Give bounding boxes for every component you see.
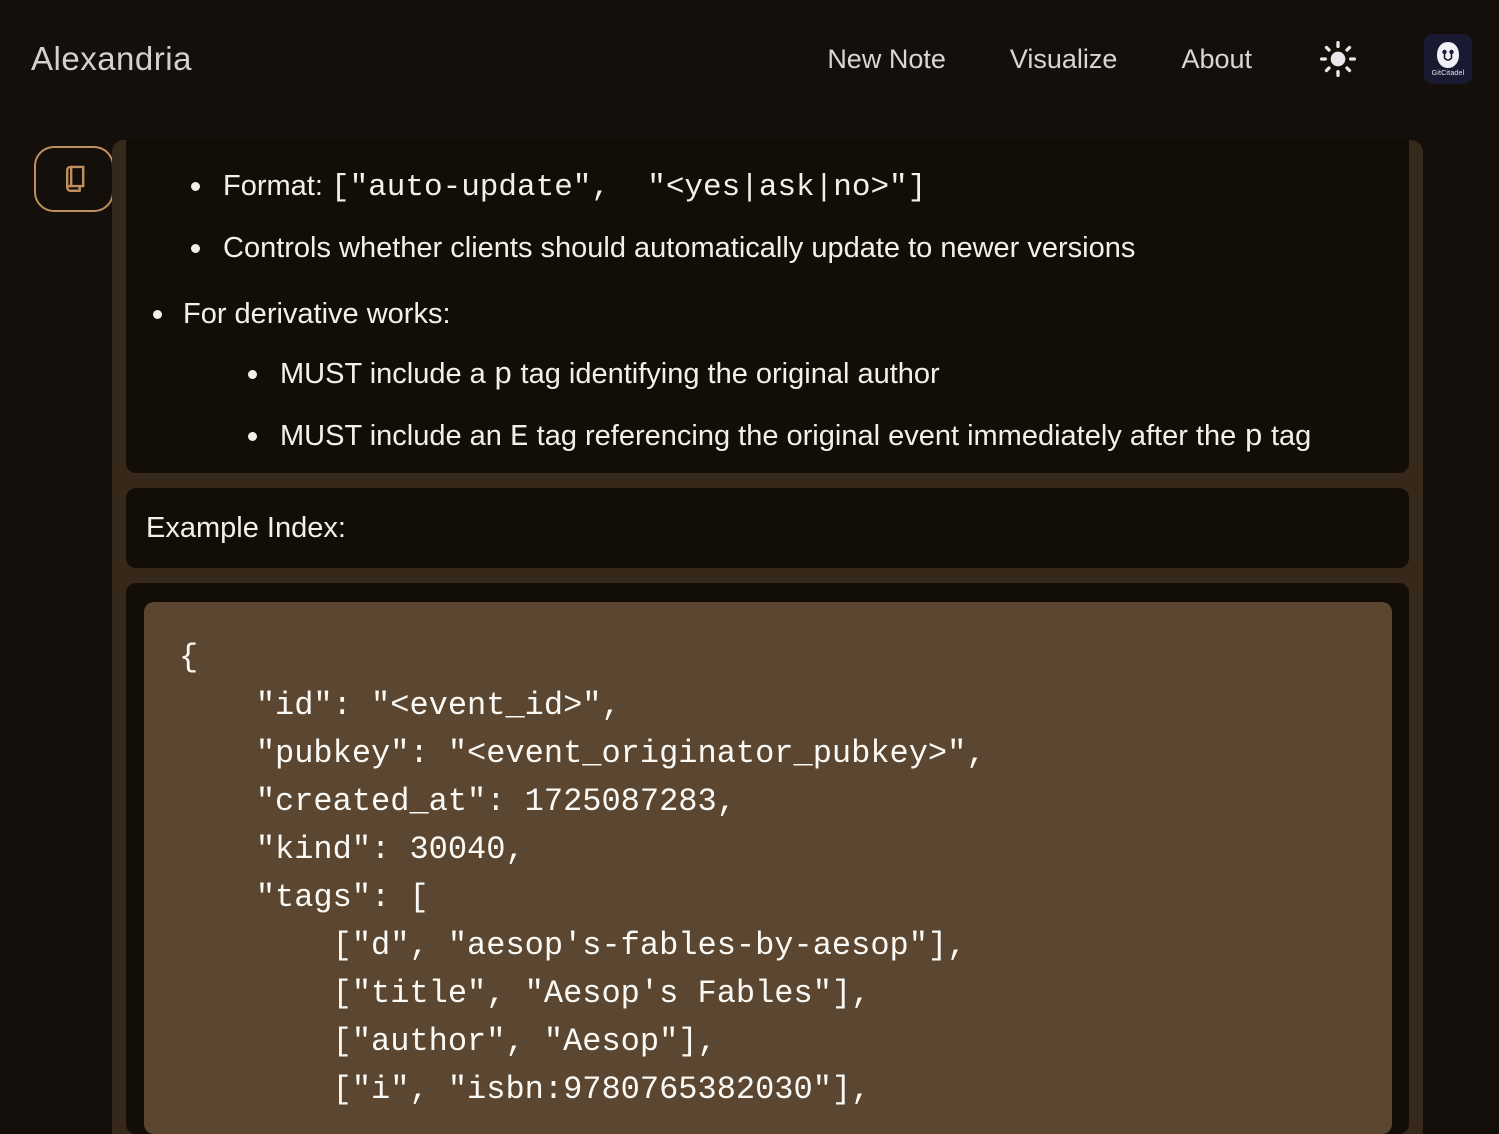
p-tag-code2: p — [1244, 420, 1263, 455]
gitcitadel-logo[interactable]: GitCitadel — [1424, 34, 1472, 84]
toc-toggle-button[interactable] — [34, 146, 114, 212]
json-code-block: { "id": "<event_id>", "pubkey": "<event_… — [144, 602, 1392, 1134]
example-index-card: Example Index: — [126, 488, 1409, 568]
document-frame: Format: ["auto-update", "<yes|ask|no>"] … — [112, 140, 1423, 1134]
list-item-format: Format: ["auto-update", "<yes|ask|no>"] — [126, 165, 1409, 209]
p-tag-code: p — [494, 358, 513, 393]
list-item-controls: Controls whether clients should automati… — [126, 227, 1409, 269]
derivative-sublist: MUST include a p tag identifying the ori… — [183, 353, 1409, 459]
format-label: Format: — [223, 170, 331, 202]
gitcitadel-logo-label: GitCitadel — [1432, 70, 1465, 77]
gitcitadel-owl-icon — [1435, 41, 1461, 69]
theme-toggle-button[interactable] — [1316, 37, 1360, 81]
list-item-derivative: For derivative works: MUST include a p t… — [126, 293, 1409, 459]
nav-links: New Note Visualize About — [827, 34, 1472, 84]
derivative-label: For derivative works: — [183, 298, 451, 330]
spec-rules-card: Format: ["auto-update", "<yes|ask|no>"] … — [126, 140, 1409, 473]
example-index-heading: Example Index: — [146, 512, 346, 545]
nav-visualize[interactable]: Visualize — [1010, 44, 1118, 75]
app-title[interactable]: Alexandria — [31, 40, 192, 78]
rules-list: Format: ["auto-update", "<yes|ask|no>"] … — [126, 140, 1409, 459]
format-code: ["auto-update", "<yes|ask|no>"] — [331, 170, 926, 205]
top-nav: Alexandria New Note Visualize About — [0, 0, 1499, 118]
e-tag-code: E — [510, 420, 529, 455]
code-card: { "id": "<event_id>", "pubkey": "<event_… — [126, 583, 1409, 1134]
list-item-must-p: MUST include a p tag identifying the ori… — [183, 353, 1409, 397]
nav-about[interactable]: About — [1181, 44, 1252, 75]
controls-text: Controls whether clients should automati… — [223, 232, 1135, 264]
list-item-must-e: MUST include an E tag referencing the or… — [183, 415, 1409, 459]
nav-new-note[interactable]: New Note — [827, 44, 946, 75]
book-icon — [57, 162, 91, 196]
sun-icon — [1318, 39, 1358, 79]
